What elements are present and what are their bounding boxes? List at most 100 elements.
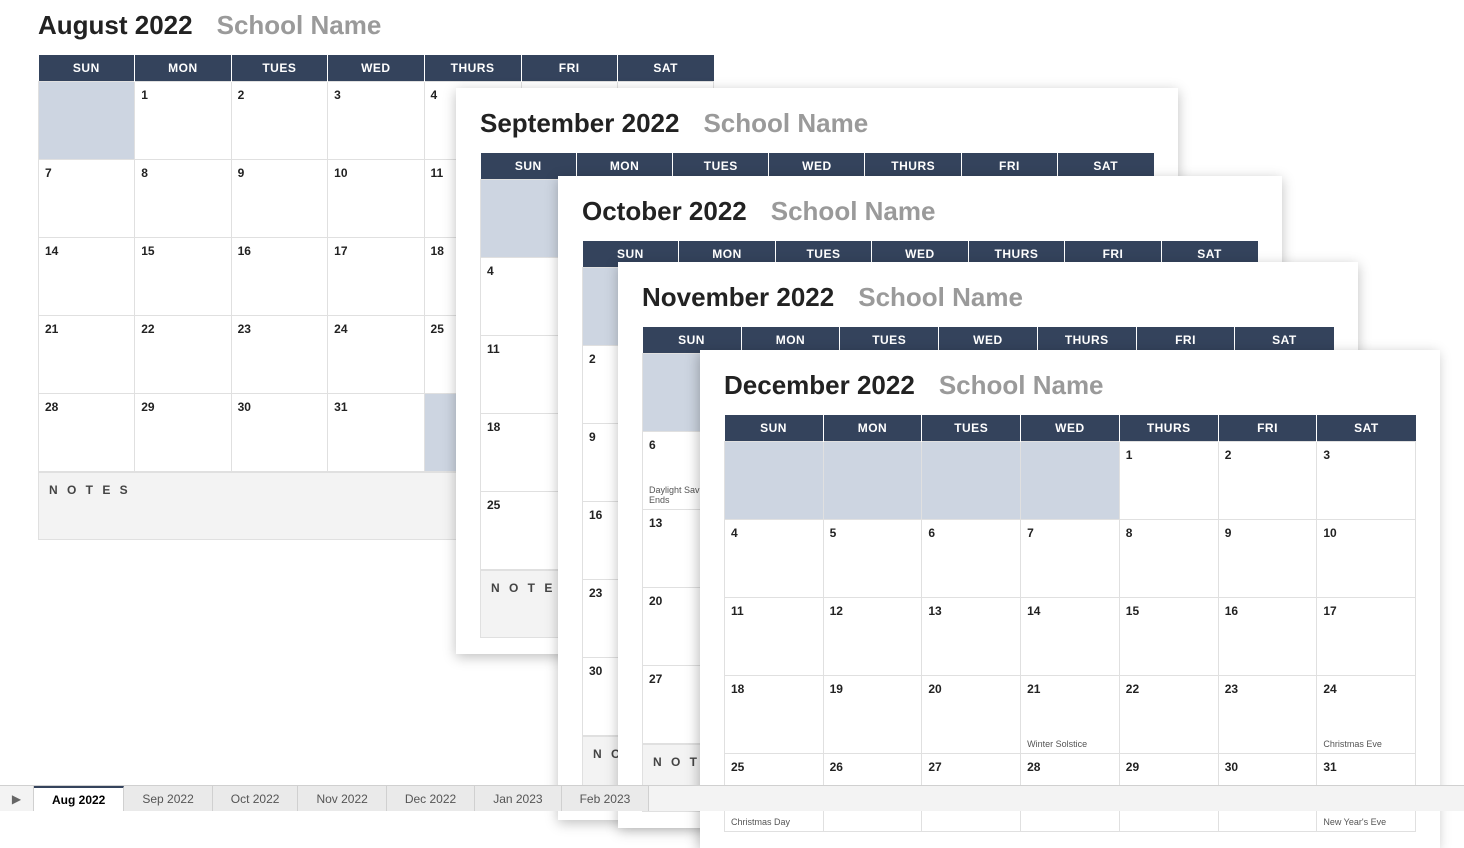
day-header: TUES [922,415,1021,442]
date-number: 30 [589,664,602,678]
day-header: MON [823,415,922,442]
calendar-cell[interactable]: 22 [135,316,231,394]
calendar-cell[interactable]: 24 [328,316,424,394]
school-name: School Name [703,108,868,139]
calendar-event: Christmas Day [731,818,817,828]
date-number: 21 [1027,682,1040,696]
day-header: MON [135,55,231,82]
date-number: 17 [334,244,347,258]
date-number: 9 [238,166,245,180]
day-header: SUN [725,415,824,442]
calendar-cell[interactable]: 22 [1119,676,1218,754]
school-name: School Name [858,282,1023,313]
date-number: 16 [589,508,602,522]
date-number: 23 [238,322,251,336]
sheet-tab[interactable]: Nov 2022 [298,786,386,811]
calendar-cell[interactable] [922,442,1021,520]
day-header: THURS [1119,415,1218,442]
date-number: 30 [1225,760,1238,774]
calendar-cell[interactable]: 23 [231,316,328,394]
sheet-tab[interactable]: Jan 2023 [475,786,561,811]
day-header: WED [1021,415,1120,442]
calendar-cell[interactable]: 7 [39,160,135,238]
calendar-cell[interactable] [1021,442,1120,520]
calendar-cell[interactable]: 3 [328,82,424,160]
calendar-cell[interactable]: 1 [135,82,231,160]
calendar-cell[interactable]: 9 [1218,520,1317,598]
sheet-tab[interactable]: Feb 2023 [562,786,650,811]
day-header: SAT [617,55,713,82]
calendar-cell[interactable]: 13 [922,598,1021,676]
calendar-cell[interactable]: 17 [328,238,424,316]
calendar-event: Christmas Eve [1323,740,1409,750]
calendar-cell[interactable]: 20 [922,676,1021,754]
sheet-tab[interactable]: Sep 2022 [124,786,212,811]
date-number: 28 [1027,760,1040,774]
sheet-tab[interactable]: Oct 2022 [213,786,299,811]
calendar-cell[interactable]: 31 [328,394,424,472]
date-number: 10 [1323,526,1336,540]
calendar-cell[interactable]: 17 [1317,598,1416,676]
calendar-cell[interactable]: 29 [135,394,231,472]
calendar-cell[interactable]: 16 [231,238,328,316]
date-number: 7 [45,166,52,180]
date-number: 26 [830,760,843,774]
day-header: WED [328,55,424,82]
date-number: 11 [731,604,744,618]
sheet-tab[interactable]: Aug 2022 [34,786,124,811]
date-number: 10 [334,166,347,180]
calendar-cell[interactable]: 19 [823,676,922,754]
calendar-cell[interactable]: 23 [1218,676,1317,754]
date-number: 2 [589,352,596,366]
calendar-cell[interactable] [725,442,824,520]
date-number: 5 [830,526,837,540]
calendar-cell[interactable]: 15 [1119,598,1218,676]
school-name: School Name [939,370,1104,401]
date-number: 14 [45,244,58,258]
calendar-cell[interactable]: 14 [1021,598,1120,676]
school-name: School Name [217,10,382,41]
calendar-cell[interactable]: 5 [823,520,922,598]
calendar-cell[interactable]: 30 [231,394,328,472]
month-title: December 2022 [724,370,915,401]
date-number: 9 [589,430,596,444]
calendar-cell[interactable]: 15 [135,238,231,316]
date-number: 6 [649,438,656,452]
calendar-cell[interactable]: 10 [328,160,424,238]
calendar-cell[interactable]: 8 [1119,520,1218,598]
title-row: August 2022 School Name [38,10,714,41]
date-number: 16 [238,244,251,258]
calendar-cell[interactable]: 21Winter Solstice [1021,676,1120,754]
calendar-cell[interactable]: 6 [922,520,1021,598]
calendar-cell[interactable] [823,442,922,520]
title-row: November 2022 School Name [642,282,1334,313]
calendar-cell[interactable]: 2 [231,82,328,160]
calendar-cell[interactable]: 12 [823,598,922,676]
calendar-cell[interactable]: 8 [135,160,231,238]
date-number: 7 [1027,526,1034,540]
calendar-cell[interactable]: 10 [1317,520,1416,598]
calendar-cell[interactable]: 24Christmas Eve [1317,676,1416,754]
calendar-cell[interactable]: 4 [725,520,824,598]
title-row: September 2022 School Name [480,108,1154,139]
date-number: 30 [238,400,251,414]
day-header: FRI [521,55,617,82]
tab-nav-left-icon[interactable]: ▶ [0,786,34,811]
calendar-cell[interactable]: 3 [1317,442,1416,520]
date-number: 31 [334,400,347,414]
calendar-cell[interactable]: 2 [1218,442,1317,520]
calendar-cell[interactable]: 14 [39,238,135,316]
calendar-cell[interactable]: 7 [1021,520,1120,598]
calendar-cell[interactable]: 1 [1119,442,1218,520]
calendar-cell[interactable]: 21 [39,316,135,394]
calendar-cell[interactable]: 18 [725,676,824,754]
calendar-cell[interactable]: 9 [231,160,328,238]
calendar-cell[interactable]: 16 [1218,598,1317,676]
date-number: 28 [45,400,58,414]
date-number: 1 [141,88,148,102]
calendar-cell[interactable]: 28 [39,394,135,472]
calendar-cell[interactable] [39,82,135,160]
calendar-event: New Year's Eve [1323,818,1409,828]
sheet-tab[interactable]: Dec 2022 [387,786,475,811]
calendar-cell[interactable]: 11 [725,598,824,676]
